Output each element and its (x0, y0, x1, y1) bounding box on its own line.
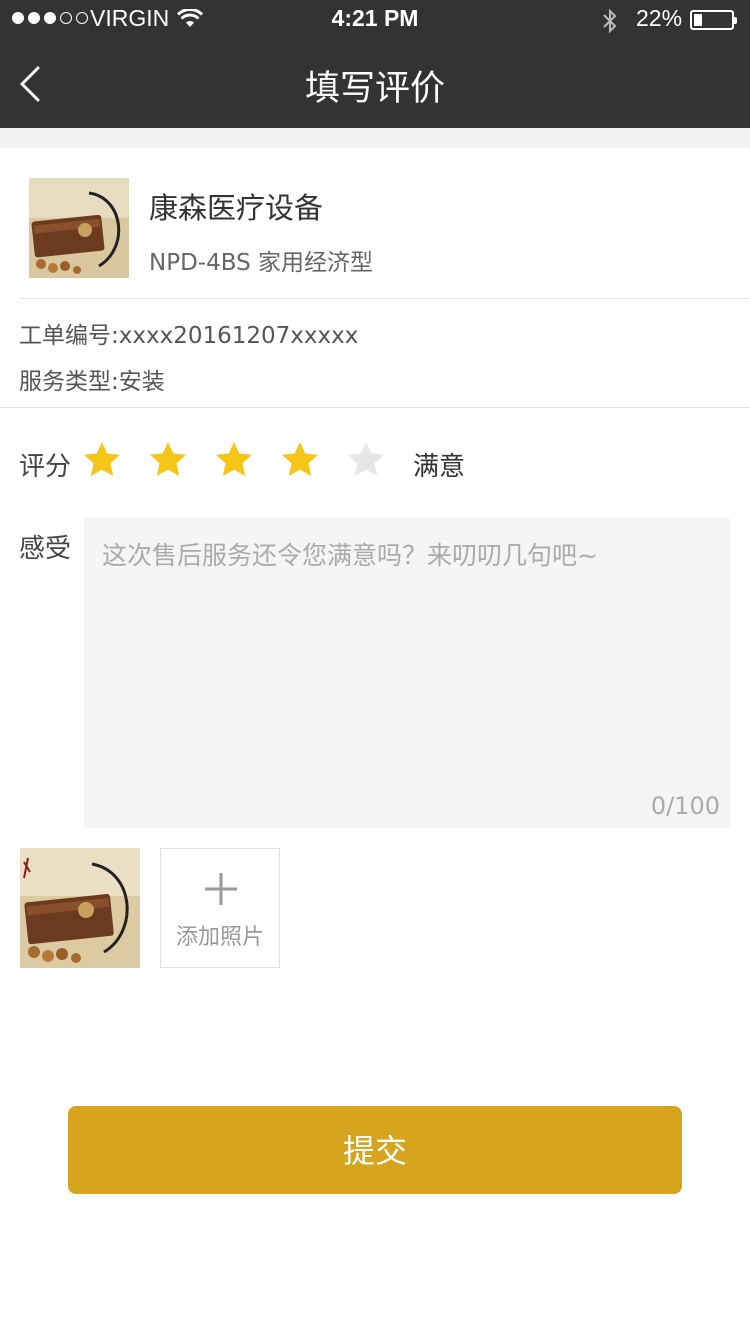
plus-icon (205, 873, 237, 905)
product-model: NPD-4BS 家用经济型 (149, 250, 374, 276)
star-icon[interactable] (82, 440, 122, 480)
section-gap (0, 128, 750, 148)
product-name: 康森医疗设备 (149, 191, 324, 225)
rating-label: 评分 (19, 452, 72, 482)
divider (20, 298, 750, 299)
order-number-label: 工单编号: (19, 323, 119, 349)
bluetooth-icon (603, 8, 617, 34)
feedback-input[interactable] (84, 518, 730, 788)
battery-nub (734, 17, 737, 24)
feedback-label: 感受 (19, 534, 72, 564)
review-card: 康森医疗设备 NPD-4BS 家用经济型 工单编号:xxxx20161207xx… (0, 148, 750, 998)
battery-fill (694, 14, 702, 26)
star-icon[interactable] (214, 440, 254, 480)
service-type-label: 服务类型: (19, 369, 119, 395)
rating-text: 满意 (413, 452, 466, 482)
uploaded-photo[interactable] (20, 848, 140, 968)
submit-button[interactable]: 提交 (68, 1106, 682, 1194)
add-photo-button[interactable]: 添加照片 (160, 848, 280, 968)
char-counter: 0/100 (650, 792, 720, 820)
service-type-value: 安装 (118, 369, 165, 395)
top-bar: VIRGIN 4:21 PM 22% 填写评价 (0, 0, 750, 128)
status-bar: VIRGIN 4:21 PM 22% (0, 0, 750, 40)
star-icon[interactable] (148, 440, 188, 480)
divider (0, 407, 750, 408)
service-type-row: 服务类型:安装 (19, 362, 165, 396)
order-number-value: xxxx20161207xxxxx (118, 323, 359, 349)
product-image (29, 178, 129, 278)
star-icon[interactable] (280, 440, 320, 480)
battery-icon (690, 10, 737, 30)
page-title: 填写评价 (304, 69, 445, 109)
add-photo-label: 添加照片 (175, 925, 264, 950)
star-icon[interactable] (346, 440, 386, 480)
battery-percent: 22% (636, 5, 683, 31)
order-number-row: 工单编号:xxxx20161207xxxxx (19, 316, 358, 350)
feedback-box: 0/100 (84, 518, 730, 828)
